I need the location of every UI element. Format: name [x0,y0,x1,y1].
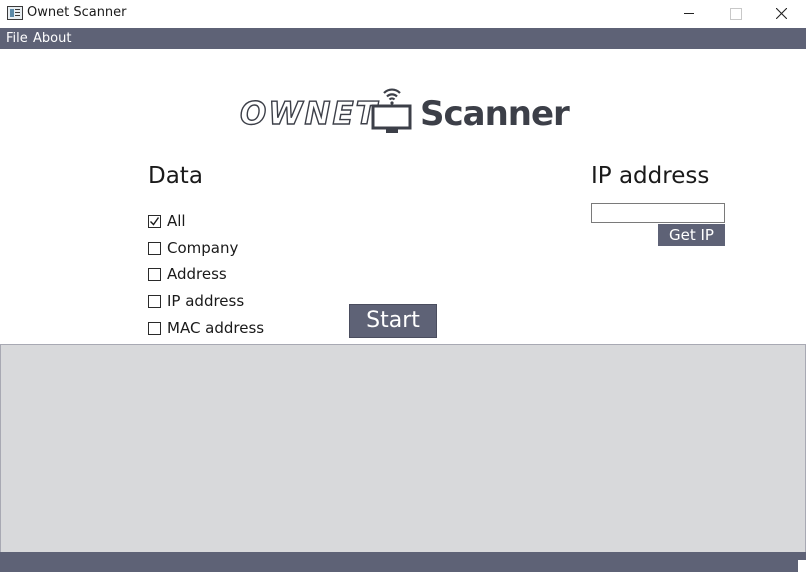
wifi-monitor-icon [371,88,412,133]
option-label: All [167,212,186,230]
menu-file[interactable]: File [6,31,28,46]
results-panel[interactable] [0,344,806,552]
logo-ownet-text: OWNET [239,95,379,132]
start-button[interactable]: Start [349,304,437,338]
maximize-button[interactable] [712,0,758,28]
title-bar: Ownet Scanner [0,0,806,28]
checkmark-icon [150,216,160,226]
option-label: MAC address [167,319,265,337]
status-bar [0,552,806,572]
app-icon [7,6,23,20]
menu-bar: File About [0,28,806,49]
option-company[interactable]: Company [148,238,238,258]
option-label: Address [167,265,227,283]
get-ip-button[interactable]: Get IP [658,224,725,246]
ip-address-input[interactable] [591,203,725,223]
option-ip-address[interactable]: IP address [148,291,244,311]
menu-about[interactable]: About [33,31,71,46]
option-mac-address[interactable]: MAC address [148,318,264,338]
minimize-button[interactable] [666,0,712,28]
checkbox-ip-address[interactable] [148,294,161,308]
option-all[interactable]: All [148,211,186,231]
checkbox-company[interactable] [148,241,161,255]
window-title: Ownet Scanner [27,5,127,20]
checkbox-all[interactable] [148,214,161,228]
data-section-title: Data [148,163,203,189]
close-icon [776,8,787,19]
resize-grip[interactable] [798,560,806,572]
option-address[interactable]: Address [148,264,227,284]
close-button[interactable] [758,0,804,28]
option-label: Company [167,239,239,257]
checkbox-mac-address[interactable] [148,321,161,335]
ip-section-title: IP address [591,163,710,189]
checkbox-address[interactable] [148,267,161,281]
option-label: IP address [167,292,245,310]
app-logo: OWNET Scanner [239,84,570,136]
logo-scanner-text: Scanner [420,94,570,134]
